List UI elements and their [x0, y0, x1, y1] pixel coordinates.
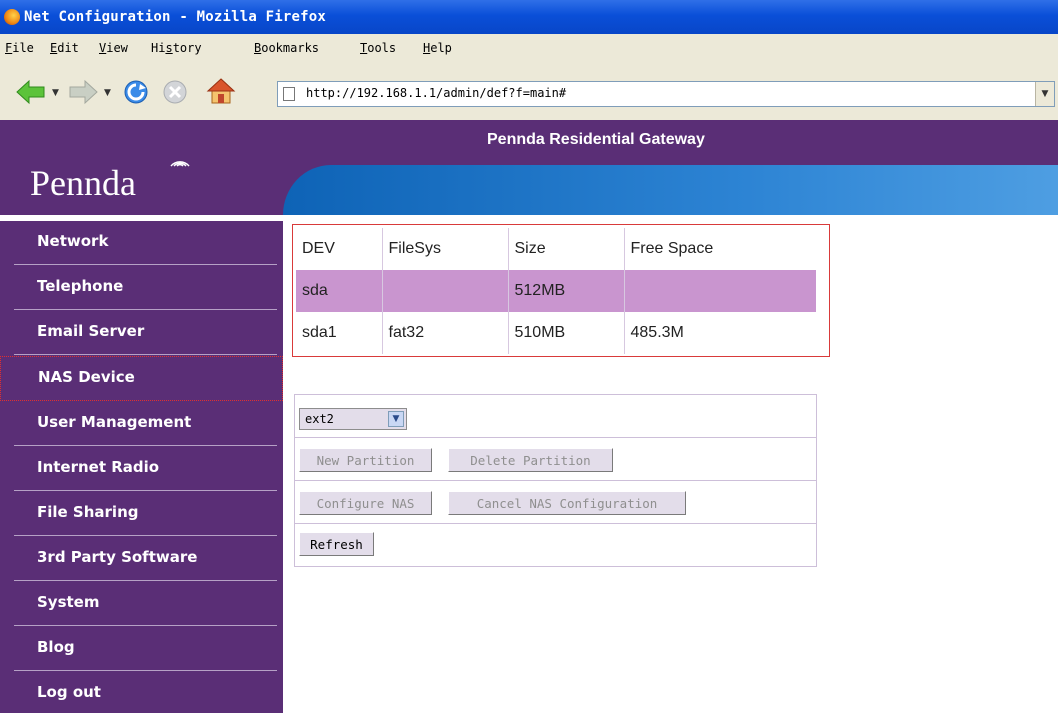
menu-bookmarks[interactable]: Bookmarks [254, 41, 319, 55]
header-banner [283, 165, 1058, 215]
nas-controls-panel: ext2 ▼ New Partition Delete Partition Co… [294, 394, 817, 567]
table-cell [382, 270, 509, 312]
menu-tools[interactable]: Tools [360, 41, 396, 55]
filesystem-select[interactable]: ext2 ▼ [299, 408, 407, 430]
navigation-toolbar: ▼ ▼ http://192.168.1.1/admin/def?f=main#… [0, 64, 1058, 121]
url-text[interactable]: http://192.168.1.1/admin/def?f=main# [306, 86, 566, 100]
sidebar-item-network[interactable]: Network [0, 221, 283, 265]
chevron-down-icon[interactable]: ▼ [388, 411, 404, 427]
firefox-icon [4, 9, 20, 25]
table-cell: 510MB [508, 312, 625, 354]
sidebar-item-blog[interactable]: Blog [0, 627, 283, 671]
column-header: DEV [296, 228, 383, 270]
menu-edit[interactable]: Edit [50, 41, 79, 55]
page-icon [283, 87, 295, 101]
table-row[interactable]: sda1 fat32 510MB 485.3M [296, 312, 816, 354]
sidebar-item-telephone[interactable]: Telephone [0, 266, 283, 310]
stop-icon[interactable] [160, 77, 190, 107]
back-icon[interactable] [16, 78, 46, 106]
delete-partition-button[interactable]: Delete Partition [448, 448, 613, 472]
reload-icon[interactable] [121, 77, 151, 107]
url-dropdown-icon[interactable]: ▼ [1035, 82, 1054, 106]
table-cell: sda1 [296, 312, 383, 354]
filesystem-row: ext2 ▼ [295, 395, 816, 438]
sidebar-item-nas-device[interactable]: NAS Device [0, 356, 283, 401]
column-header: Size [508, 228, 625, 270]
table-cell: sda [296, 270, 383, 312]
menu-view[interactable]: View [99, 41, 128, 55]
column-header: Free Space [630, 240, 714, 257]
page-header: Pennda Residential Gateway Pennda [0, 120, 1058, 215]
menu-help[interactable]: Help [423, 41, 452, 55]
refresh-button[interactable]: Refresh [299, 532, 374, 556]
table-row[interactable]: sda 512MB [296, 270, 816, 312]
sidebar-item-user-management[interactable]: User Management [0, 402, 283, 446]
menu-history[interactable]: History [151, 41, 202, 55]
sidebar-item-file-sharing[interactable]: File Sharing [0, 492, 283, 536]
device-table-frame: DEV FileSys Size Free Space sda 512MB sd… [292, 224, 830, 357]
device-table: DEV FileSys Size Free Space sda 512MB sd… [296, 228, 816, 354]
sidebar-item-log-out[interactable]: Log out [0, 672, 283, 716]
menu-bar: File Edit View History Bookmarks Tools H… [0, 34, 1058, 65]
pennda-logo: Pennda [30, 163, 136, 203]
column-header: FileSys [382, 228, 509, 270]
sidebar-item-internet-radio[interactable]: Internet Radio [0, 447, 283, 491]
new-partition-button[interactable]: New Partition [299, 448, 432, 472]
forward-dropdown-icon[interactable]: ▼ [104, 88, 111, 98]
table-cell: fat32 [382, 312, 509, 354]
sidebar-item-3rd-party-software[interactable]: 3rd Party Software [0, 537, 283, 581]
table-header-row: DEV FileSys Size Free Space [296, 228, 816, 270]
configure-row: Configure NAS Cancel NAS Configuration [295, 481, 816, 524]
sidebar-nav: Network Telephone Email Server NAS Devic… [0, 221, 283, 713]
wireless-icon [170, 161, 190, 167]
forward-icon[interactable] [68, 78, 98, 106]
partition-row: New Partition Delete Partition [295, 438, 816, 481]
gateway-title: Pennda Residential Gateway [487, 131, 705, 148]
sidebar-item-email-server[interactable]: Email Server [0, 311, 283, 355]
table-cell: 485.3M [630, 324, 684, 341]
configure-nas-button[interactable]: Configure NAS [299, 491, 432, 515]
cancel-nas-configuration-button[interactable]: Cancel NAS Configuration [448, 491, 686, 515]
menu-file[interactable]: File [5, 41, 34, 55]
home-icon[interactable] [205, 76, 237, 106]
window-title: Net Configuration - Mozilla Firefox [24, 9, 327, 25]
url-bar[interactable]: http://192.168.1.1/admin/def?f=main# ▼ [277, 81, 1055, 107]
window-titlebar: Net Configuration - Mozilla Firefox [0, 0, 1058, 34]
refresh-row: Refresh [295, 524, 816, 566]
table-cell: 512MB [508, 270, 625, 312]
table-cell [624, 270, 816, 312]
back-dropdown-icon[interactable]: ▼ [52, 88, 59, 98]
sidebar-item-system[interactable]: System [0, 582, 283, 626]
